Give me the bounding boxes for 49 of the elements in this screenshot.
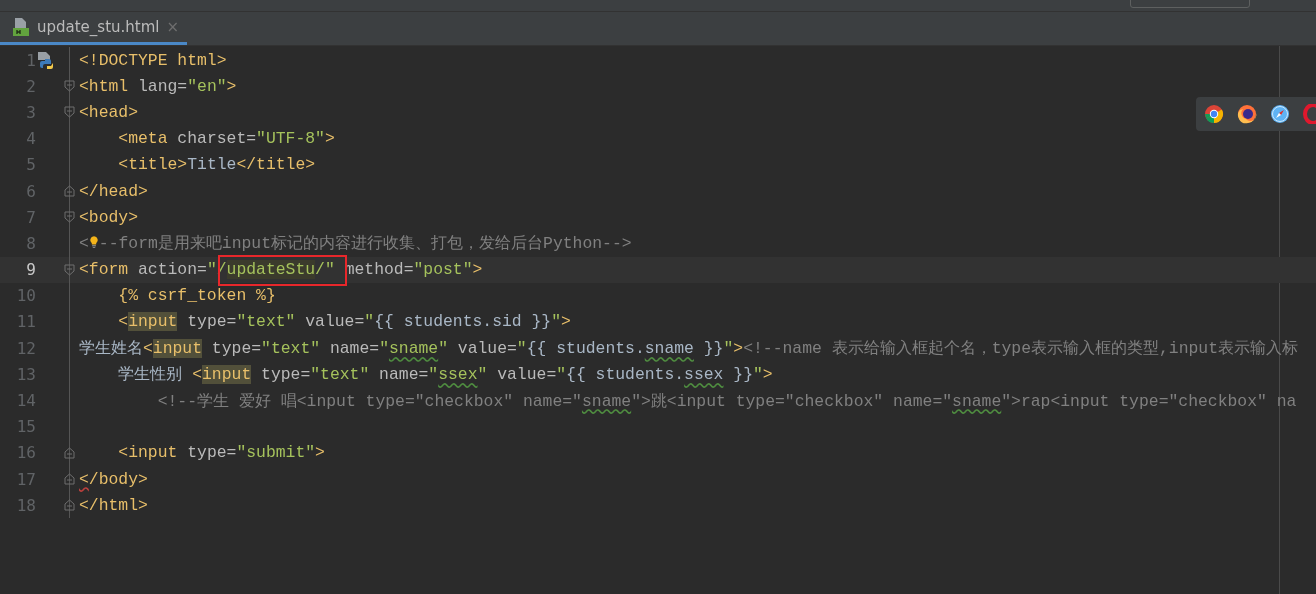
code-line: 学生性别 <input type="text" name="ssex" value="{{ students.ssex }}"> <box>117 364 773 386</box>
code-line: <!--学生 爱好 唱<input type="checkbox" name="sname">跳<input type="checkbox" name="sname">rap<input type="checkbox" na <box>156 390 1297 412</box>
code-line: <input type="text" value="{{ students.sid }}"> <box>117 312 571 332</box>
code-line: < <box>78 233 89 253</box>
code-line: <title>Title</title> <box>117 155 316 175</box>
fold-icon[interactable] <box>64 80 75 93</box>
line-number: 17 <box>16 469 36 489</box>
code-line: <html lang="en"> <box>78 76 237 96</box>
line-number: 8 <box>26 233 36 253</box>
line-number: 6 <box>26 181 36 201</box>
fold-icon[interactable] <box>64 106 75 119</box>
code-line: <body> <box>78 207 139 227</box>
python-file-icon[interactable] <box>36 50 56 70</box>
fold-icon[interactable] <box>64 263 75 276</box>
line-number: 16 <box>16 443 36 463</box>
line-number: 3 <box>26 102 36 122</box>
code-line: <head> <box>78 102 139 122</box>
line-number: 18 <box>16 495 36 515</box>
firefox-icon[interactable] <box>1237 104 1257 124</box>
code-line: </html> <box>78 495 148 515</box>
code-line: <meta charset="UTF-8"> <box>117 129 335 149</box>
compass-icon[interactable] <box>1270 104 1290 124</box>
code-line: 学生姓名<input type="text" name="sname" value="{{ students.sname }}"><!--name 表示给输入框起个名，type表示输入框的类型,input表示输入标 <box>78 338 1299 360</box>
code-line: <input type="submit"> <box>117 443 325 463</box>
line-number: 13 <box>16 364 36 384</box>
line-number: 14 <box>16 391 36 411</box>
line-number: 7 <box>26 207 36 227</box>
code-line: <!DOCTYPE html> <box>78 50 227 70</box>
line-number: 10 <box>16 286 36 306</box>
line-number: 11 <box>16 312 36 332</box>
fold-icon[interactable] <box>64 499 75 512</box>
code-line: --form是用来吧input标记的内容进行收集、打包，发给后台Python--> <box>98 233 632 255</box>
line-number: 9 <box>26 260 36 280</box>
line-number: 12 <box>16 338 36 358</box>
fold-icon[interactable] <box>64 184 75 197</box>
fold-icon[interactable] <box>64 211 75 224</box>
code-line: </head> <box>78 181 148 201</box>
code-line: {% csrf_token %} <box>117 286 276 306</box>
html-file-icon <box>12 17 30 37</box>
fold-icon[interactable] <box>64 446 75 459</box>
fold-icon[interactable] <box>64 473 75 485</box>
line-number: 2 <box>26 76 36 96</box>
line-number: 1 <box>26 50 36 70</box>
code-line: </body> <box>78 469 148 489</box>
line-number: 5 <box>26 155 36 175</box>
tab-label: update_stu.html <box>37 18 160 36</box>
line-number: 15 <box>16 417 36 437</box>
line-number: 4 <box>26 129 36 149</box>
chrome-icon[interactable] <box>1204 104 1224 124</box>
